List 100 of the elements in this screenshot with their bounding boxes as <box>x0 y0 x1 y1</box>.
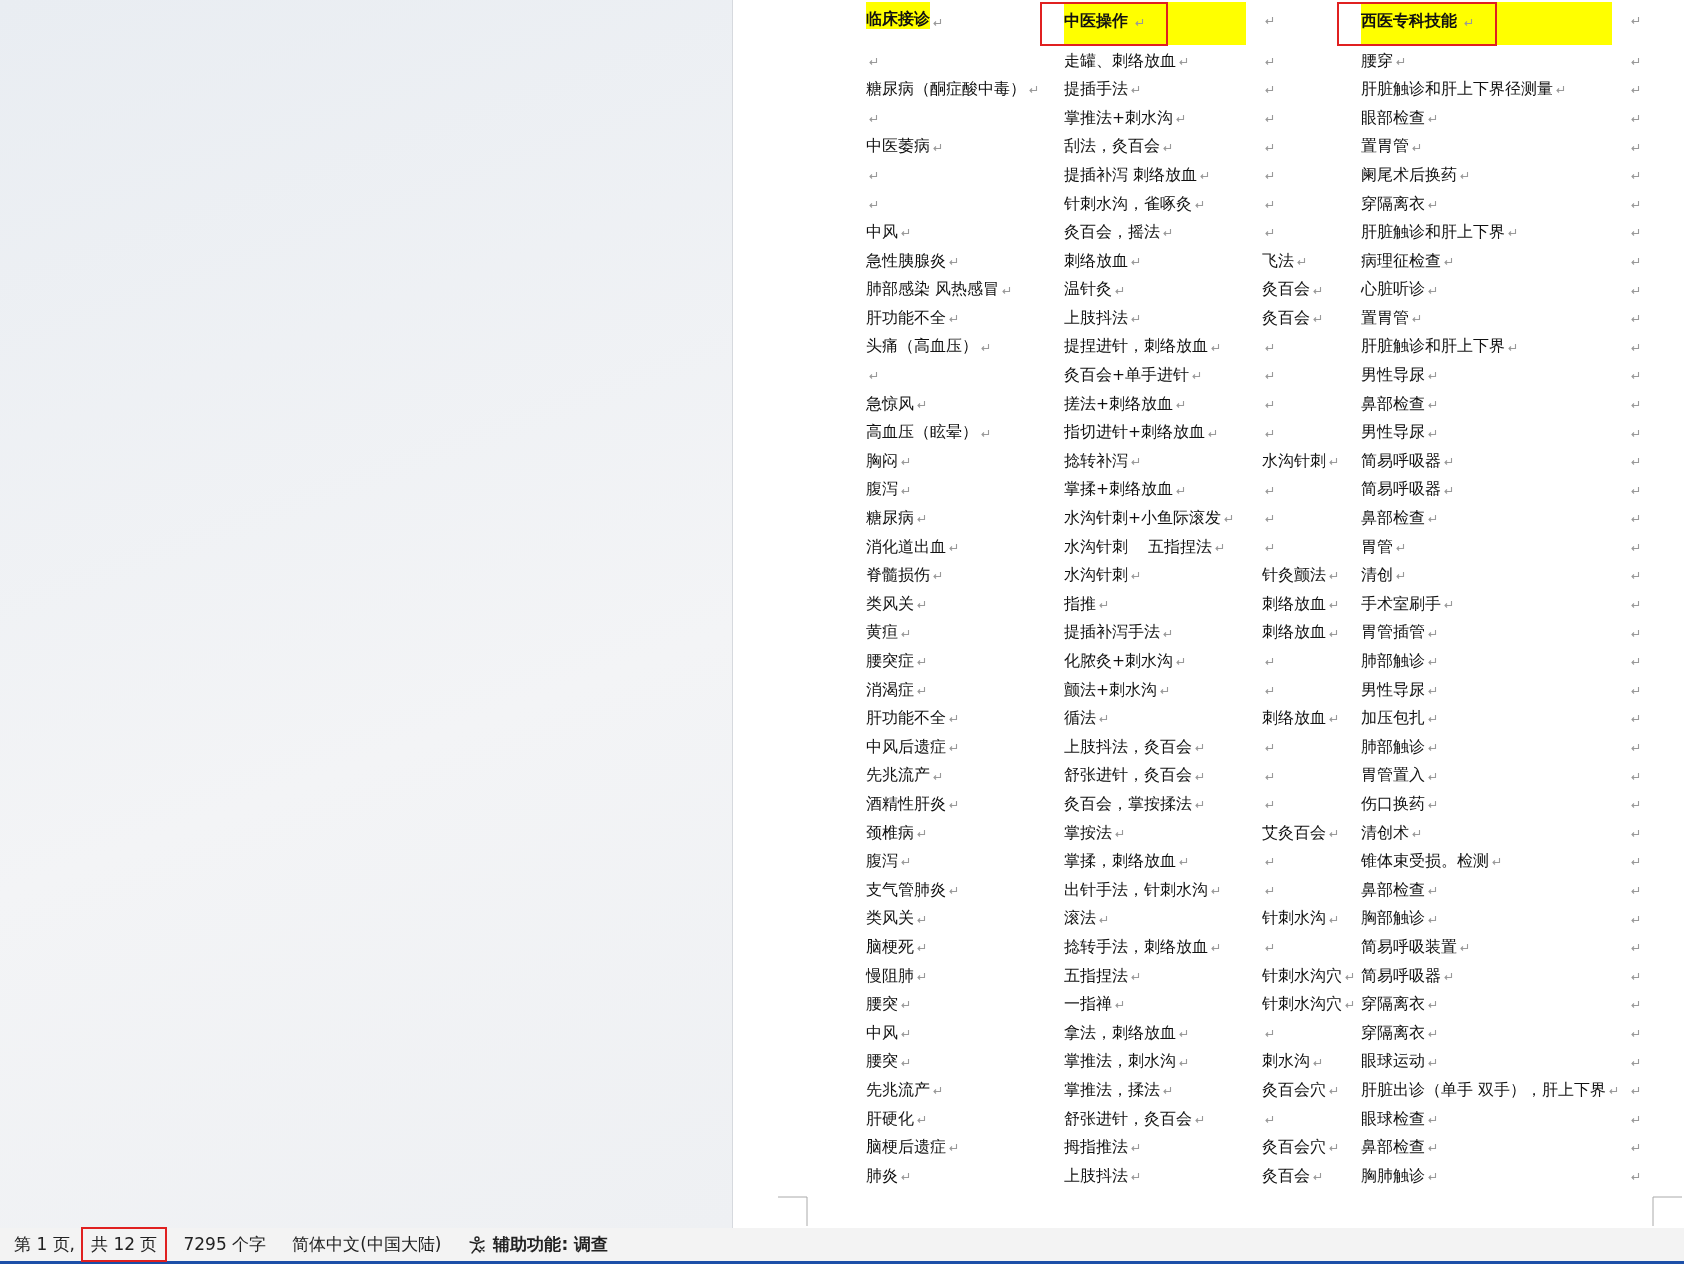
table-cell: 掌推法，揉法 <box>1064 1082 1160 1099</box>
paragraph-mark-icon <box>1443 971 1453 981</box>
status-text: 7295 个字 <box>182 1233 268 1256</box>
table-cell: 舒张进针，灸百会 <box>1064 1111 1192 1127</box>
table-cell: 眼球运动 <box>1361 1054 1425 1070</box>
paragraph-mark-icon <box>1630 771 1640 781</box>
paragraph-mark-icon <box>1264 228 1274 238</box>
table-cell: 水沟针刺+小鱼际滚发 <box>1064 511 1221 527</box>
table-cell: 上肢抖法 <box>1064 1168 1128 1185</box>
paragraph-mark-icon <box>1178 1057 1188 1067</box>
table-cell: 刺络放血 <box>1262 625 1326 641</box>
table-cell: 锥体束受损。检测 <box>1361 854 1489 870</box>
paragraph-mark-icon <box>1328 1143 1338 1153</box>
paragraph-mark-icon <box>1114 828 1124 838</box>
paragraph-mark-icon <box>1130 571 1140 581</box>
table-cell: 舒张进针，灸百会 <box>1064 768 1192 784</box>
paragraph-mark-icon <box>1312 314 1322 324</box>
paragraph-mark-icon <box>1395 542 1405 552</box>
paragraph-mark-icon <box>1630 1086 1640 1096</box>
paragraph-mark-icon <box>1630 571 1640 581</box>
table-cell: 简易呼吸器 <box>1361 968 1441 985</box>
accessibility-button[interactable]: 辅助功能: 调查 <box>459 1229 617 1260</box>
paragraph-mark-icon <box>1264 16 1274 25</box>
paragraph-mark-icon <box>1264 142 1274 152</box>
paragraph-mark-icon <box>1630 171 1640 181</box>
paragraph-mark-icon <box>1264 943 1274 953</box>
table-cell: 水沟针刺 <box>1262 453 1326 470</box>
paragraph-mark-icon <box>1264 342 1274 352</box>
paragraph-mark-icon <box>1098 914 1108 924</box>
table-cell: 灸百会穴 <box>1262 1082 1326 1099</box>
paragraph-mark-icon <box>900 228 910 238</box>
paragraph-mark-icon <box>1630 1114 1640 1124</box>
paragraph-mark-icon <box>1630 199 1640 209</box>
paragraph-mark-icon <box>1312 1171 1322 1181</box>
table-cell: 伤口换药 <box>1361 797 1425 813</box>
paragraph-mark-icon <box>1427 399 1437 409</box>
paragraph-mark-icon <box>1264 85 1274 95</box>
table-cell: 五指捏法 <box>1064 968 1128 985</box>
paragraph-mark-icon <box>1630 56 1640 66</box>
paragraph-mark-icon <box>1427 371 1437 381</box>
paragraph-mark-icon <box>1630 685 1640 695</box>
table-cell: 提插补泻 刺络放血 <box>1064 167 1197 184</box>
table-cell: 掌揉+刺络放血 <box>1064 482 1173 498</box>
paragraph-mark-icon <box>1427 914 1437 924</box>
paragraph-mark-icon <box>1194 771 1204 781</box>
paragraph-mark-icon <box>1443 457 1453 467</box>
table-cell: 胸部触诊 <box>1361 911 1425 927</box>
paragraph-mark-icon <box>916 914 926 924</box>
table-cell: 腹泻 <box>866 854 898 870</box>
paragraph-mark-icon <box>1630 628 1640 638</box>
table-cell: 针灸颤法 <box>1262 568 1326 584</box>
paragraph-mark-icon <box>1555 85 1565 95</box>
paragraph-mark-icon <box>1459 943 1469 953</box>
paragraph-mark-icon <box>1312 285 1322 295</box>
paragraph-mark-icon <box>1427 428 1437 438</box>
table-cell: 置胃管 <box>1361 310 1409 327</box>
table-cell: 糖尿病（酮症酸中毒） <box>866 82 1026 98</box>
table-cell: 灸百会穴 <box>1262 1140 1326 1156</box>
paragraph-mark-icon <box>1264 857 1274 867</box>
paragraph-mark-icon <box>1491 857 1501 867</box>
paragraph-mark-icon <box>1328 1086 1338 1096</box>
table-cell: 酒精性肝炎 <box>866 797 946 813</box>
table-cell: 刺络放血 <box>1262 596 1326 613</box>
paragraph-mark-icon <box>1630 1029 1640 1038</box>
table-cell: 糖尿病 <box>866 511 914 527</box>
paragraph-mark-icon <box>916 943 926 953</box>
table-cell: 颤法+刺水沟 <box>1064 682 1157 699</box>
paragraph-mark-icon <box>1630 428 1640 438</box>
paragraph-mark-icon <box>1162 142 1172 152</box>
table-cell: 胸肺触诊 <box>1361 1168 1425 1185</box>
table-cell: 掌揉，刺络放血 <box>1064 854 1176 870</box>
paragraph-mark-icon <box>868 171 878 181</box>
table-cell: 男性导尿 <box>1361 368 1425 384</box>
paragraph-mark-icon <box>1344 1000 1354 1010</box>
table-cell: 鼻部检查 <box>1361 511 1425 527</box>
paragraph-mark-icon <box>1328 828 1338 838</box>
column-header: 中医操作 <box>1064 11 1128 31</box>
paragraph-mark-icon <box>1507 228 1517 238</box>
paragraph-mark-icon <box>900 1057 910 1067</box>
paragraph-mark-icon <box>1264 771 1274 781</box>
paragraph-mark-icon <box>1264 886 1274 895</box>
paragraph-mark-icon <box>932 771 942 781</box>
table-cell: 提插补泻手法 <box>1064 625 1160 641</box>
paragraph-mark-icon <box>1427 657 1437 667</box>
column-header: 临床接诊 <box>866 2 930 29</box>
paragraph-mark-icon <box>1264 399 1274 409</box>
table-cell: 针刺水沟穴 <box>1262 968 1342 985</box>
table-cell: 先兆流产 <box>866 1082 930 1099</box>
table-cell: 鼻部检查 <box>1361 1140 1425 1156</box>
paragraph-mark-icon <box>1264 514 1274 524</box>
table-cell: 刺络放血 <box>1262 711 1326 727</box>
paragraph-mark-icon <box>1427 1029 1437 1038</box>
paragraph-mark-icon <box>916 600 926 610</box>
table-cell: 肺部触诊 <box>1361 739 1425 756</box>
paragraph-mark-icon <box>916 828 926 838</box>
paragraph-mark-icon <box>1264 485 1274 495</box>
table-cell: 简易呼吸器 <box>1361 482 1441 498</box>
page-corner-mark <box>778 1196 808 1226</box>
paragraph-mark-icon <box>916 971 926 981</box>
paragraph-mark-icon <box>1630 142 1640 152</box>
